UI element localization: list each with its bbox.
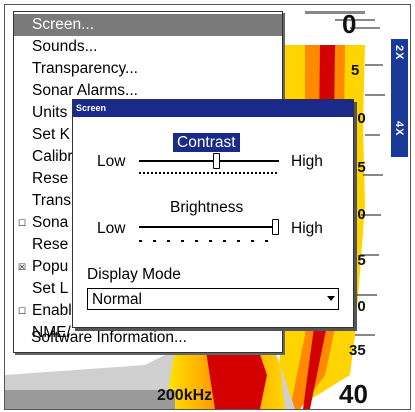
menu-item-label: Rese [32,170,69,187]
contrast-slider-thumb[interactable] [213,153,220,169]
menu-item-label: Set K [32,126,70,143]
menu-item-label: Popu [32,258,69,275]
contrast-low-label: Low [97,153,126,170]
checkbox-icon[interactable]: ☐ [18,212,26,234]
display-mode-value: Normal [92,291,142,308]
brightness-high-label: High [291,220,323,237]
brightness-slider-thumb[interactable] [271,219,279,235]
contrast-slider-ticks [139,172,277,174]
brightness-slider-track[interactable] [139,226,279,228]
dialog-title: Screen [73,100,353,117]
menu-item-label: Transparency... [32,60,138,77]
zoom-2x-label: 2X [393,45,405,61]
menu-item-software-information[interactable]: Software Information... [13,327,281,349]
contrast-high-label: High [291,153,323,170]
depth-label: 40 [339,379,368,409]
menu-item-label: Set L [32,280,69,297]
display-mode-label: Display Mode [87,266,181,283]
contrast-label[interactable]: Contrast [173,133,240,152]
depth-label: 35 [349,342,366,359]
sonar-screen: 0 5 10 15 20 25 30 35 40 200kHz 2X 4X Sc… [4,4,411,410]
screen-dialog: Screen Contrast Low High Brightness Low … [72,99,354,328]
menu-item-label: Sounds... [32,38,98,55]
menu-item-transparency[interactable]: Transparency... [14,58,282,80]
menu-item-label: Software Information... [31,329,187,346]
menu-item-sounds[interactable]: Sounds... [14,36,282,58]
checkbox-icon[interactable]: ☒ [18,256,26,278]
menu-item-label: Trans [32,192,72,209]
menu-item-screen[interactable]: Screen... [14,14,282,36]
contrast-slider-track[interactable] [139,160,279,162]
menu-item-label: Calibr [32,148,73,165]
brightness-slider-ticks [139,240,277,242]
depth-label: 0 [342,9,357,39]
depth-label: 5 [351,62,360,79]
display-mode-select[interactable]: Normal [87,288,339,310]
menu-item-label: Sonar Alarms... [32,82,138,99]
brightness-label[interactable]: Brightness [170,199,243,217]
menu-item-label: Rese [32,236,69,253]
menu-item-label: Enabl [32,302,72,319]
menu-item-label: Units [32,104,68,121]
checkbox-icon[interactable]: ☐ [18,300,26,322]
brightness-low-label: Low [97,220,126,237]
chevron-down-icon[interactable] [327,296,335,301]
zoom-4x-label: 4X [393,121,405,137]
frequency-label: 200kHz [157,387,213,404]
menu-item-label: Screen... [32,16,95,33]
zoom-bar[interactable]: 2X 4X [390,5,410,409]
menu-item-label: Sona [32,214,69,231]
